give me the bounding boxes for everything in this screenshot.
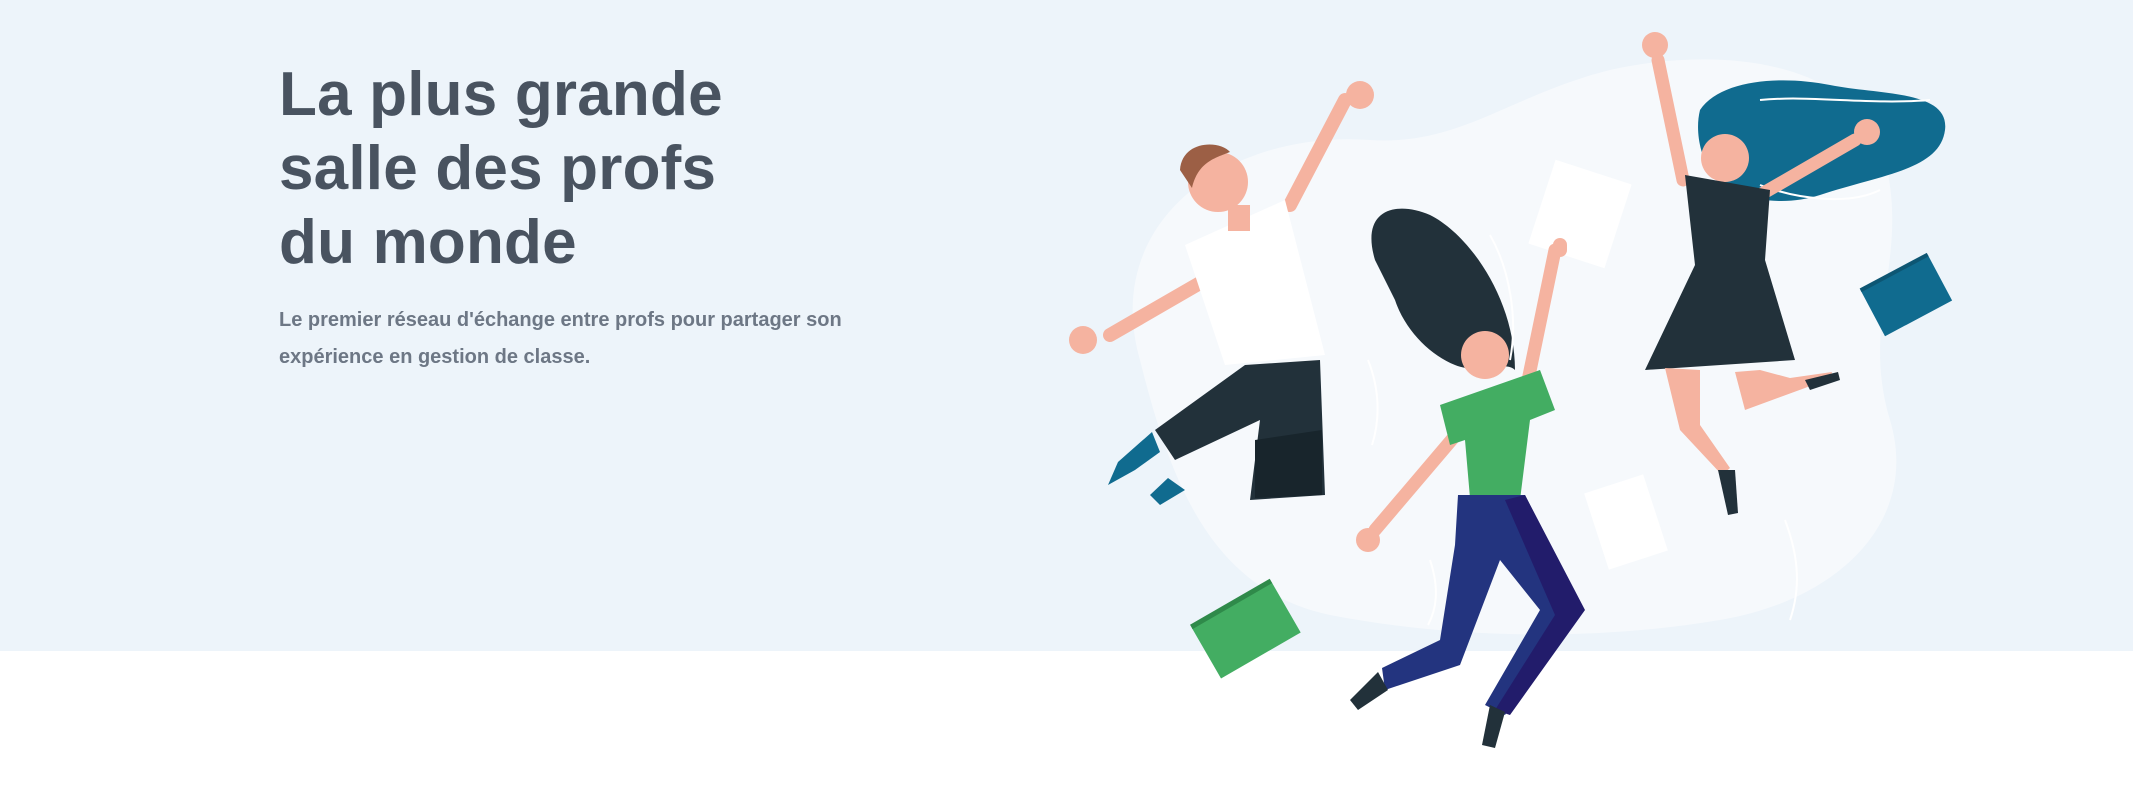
hero-title: La plus grande salle des profs du monde (279, 60, 723, 277)
hero-subtitle: Le premier réseau d'échange entre profs … (279, 309, 842, 368)
landing-page: La plus grande salle des profs du monde … (0, 0, 2133, 792)
hero-text-block: La plus grande salle des profs du monde … (279, 58, 959, 376)
jumping-teachers-illustration (1069, 32, 1953, 748)
